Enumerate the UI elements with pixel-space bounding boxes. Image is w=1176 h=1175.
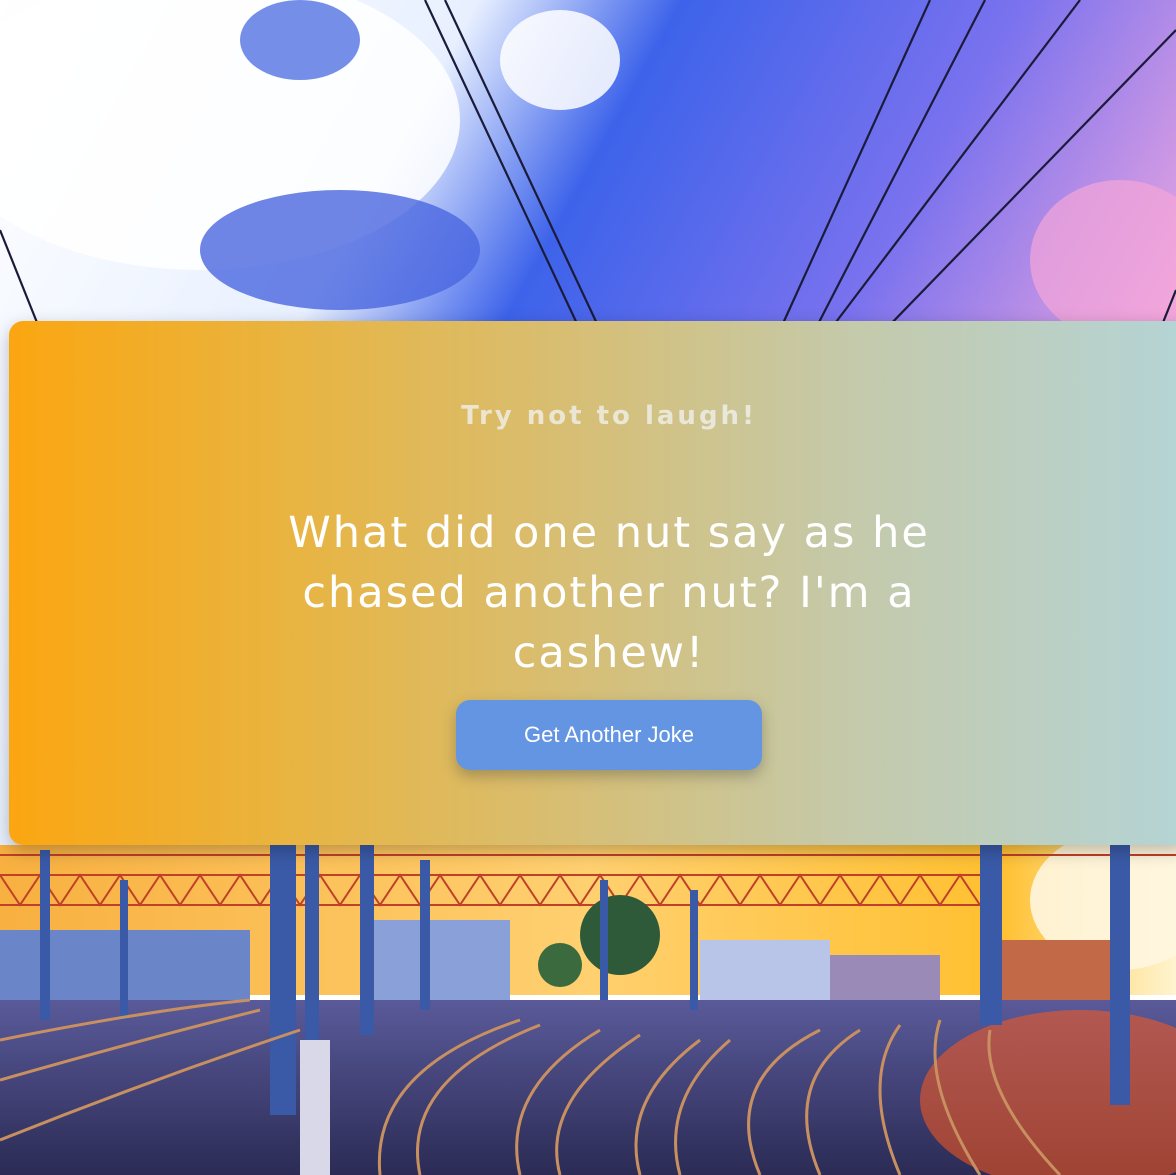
joke-text: What did one nut say as he chased anothe…	[288, 508, 930, 678]
get-another-joke-button[interactable]: Get Another Joke	[456, 700, 762, 770]
subtitle: Try not to laugh!	[461, 401, 757, 431]
joke-card: Try not to laugh! What did one nut say a…	[9, 321, 1176, 845]
